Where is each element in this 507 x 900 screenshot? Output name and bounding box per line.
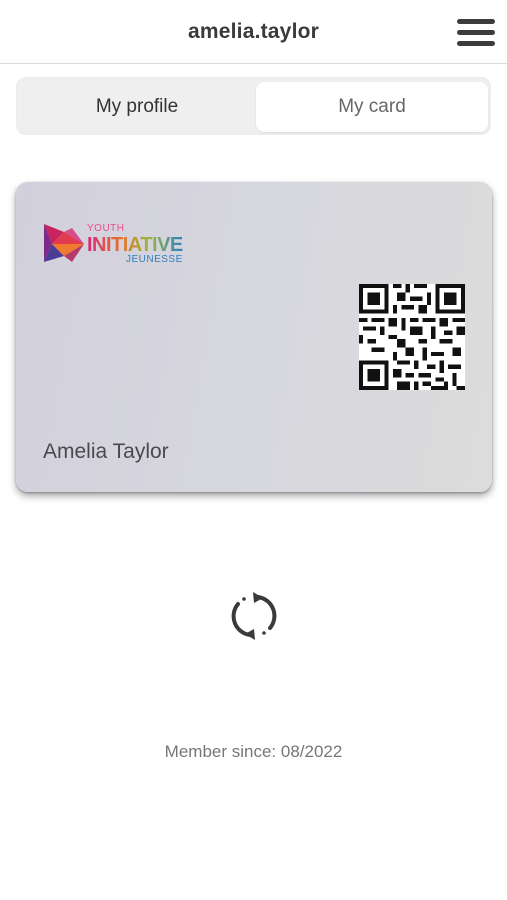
youth-initiative-logo: YOUTH INITIATIVE JEUNESSE (42, 220, 183, 270)
profile-card-segmented-control: My profile My card (16, 77, 491, 135)
member-since-text: Member since: 08/2022 (164, 742, 343, 761)
app-header: amelia.taylor (0, 0, 507, 64)
sync-icon[interactable] (226, 588, 282, 644)
membership-card: YOUTH INITIATIVE JEUNESSE Amelia Taylor (16, 182, 492, 492)
tab-my-card[interactable]: My card (256, 82, 488, 132)
logo-wordmark: YOUTH INITIATIVE JEUNESSE (87, 223, 183, 265)
tab-my-profile[interactable]: My profile (21, 82, 253, 132)
logo-arrow-icon (44, 224, 84, 262)
card-holder-name: Amelia Taylor (43, 440, 169, 463)
qr-code-icon (359, 284, 465, 390)
username-title: amelia.taylor (188, 20, 319, 43)
hamburger-menu-icon[interactable] (457, 18, 495, 48)
